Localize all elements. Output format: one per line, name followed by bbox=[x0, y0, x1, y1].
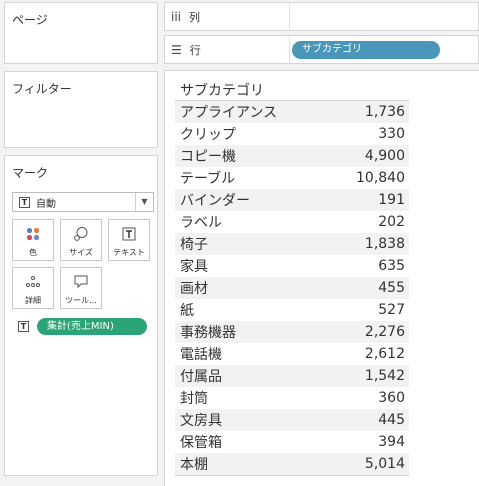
row-value: 360 bbox=[378, 390, 405, 406]
row-value: 1,736 bbox=[364, 104, 405, 120]
row-category: 保管箱 bbox=[180, 435, 222, 451]
table-row[interactable]: 椅子 1,838 bbox=[175, 233, 409, 255]
mark-type-dropdown[interactable]: T 自動 ▼ bbox=[12, 192, 154, 212]
row-category: アプライアンス bbox=[180, 105, 278, 121]
view-area: サブカテゴリ アプライアンス 1,736 クリップ 330 コピー機 4,900 テー… bbox=[164, 70, 479, 486]
marks-card: マーク T 自動 ▼ 色 サイズ テキスト 詳細 ツール... T 集計(売上M… bbox=[4, 155, 158, 476]
detail-icon bbox=[13, 274, 53, 290]
row-value: 10,840 bbox=[356, 170, 405, 186]
row-category: テーブル bbox=[180, 171, 236, 187]
rows-label: 行 bbox=[189, 43, 201, 57]
table-row[interactable]: 本棚 5,014 bbox=[175, 453, 409, 475]
table-row[interactable]: 文房具 445 bbox=[175, 409, 409, 431]
data-table: サブカテゴリ アプライアンス 1,736 クリップ 330 コピー機 4,900 テー… bbox=[175, 81, 409, 476]
columns-shelf-label: iii 列 bbox=[165, 3, 290, 30]
row-category: コピー機 bbox=[180, 149, 236, 165]
row-category: 付属品 bbox=[180, 369, 222, 385]
chevron-down-icon[interactable]: ▼ bbox=[135, 193, 153, 211]
row-category: 封筒 bbox=[180, 391, 208, 407]
rows-shelf-label: ☰ 行 bbox=[165, 36, 290, 63]
detail-button-label: 詳細 bbox=[25, 296, 41, 305]
table-row[interactable]: コピー機 4,900 bbox=[175, 145, 409, 167]
tooltip-button[interactable]: ツール... bbox=[60, 267, 102, 309]
marks-card-title: マーク bbox=[12, 166, 49, 180]
row-value: 4,900 bbox=[364, 148, 405, 164]
table-row[interactable]: 紙 527 bbox=[175, 299, 409, 321]
mark-type-label: 自動 bbox=[36, 198, 56, 210]
measure-pill[interactable]: 集計(売上MIN) bbox=[37, 318, 147, 335]
text-button[interactable]: テキスト bbox=[108, 219, 150, 261]
table-row[interactable]: テーブル 10,840 bbox=[175, 167, 409, 189]
table-row[interactable]: 保管箱 394 bbox=[175, 431, 409, 453]
rows-shelf[interactable]: ☰ 行 サブカテゴリ bbox=[164, 35, 479, 64]
table-bottom-rule bbox=[175, 475, 409, 476]
detail-button[interactable]: 詳細 bbox=[12, 267, 54, 309]
table-row[interactable]: 事務機器 2,276 bbox=[175, 321, 409, 343]
table-row[interactable]: 画材 455 bbox=[175, 277, 409, 299]
row-value: 330 bbox=[378, 126, 405, 142]
row-category: バインダー bbox=[180, 193, 250, 209]
row-category: クリップ bbox=[180, 127, 236, 143]
row-category: 電話機 bbox=[180, 347, 222, 363]
color-icon bbox=[13, 226, 53, 242]
tableau-workspace: ページ フィルター マーク T 自動 ▼ 色 サイズ テキスト 詳細 ツール..… bbox=[0, 0, 479, 486]
row-category: 事務機器 bbox=[180, 325, 236, 341]
row-value: 1,542 bbox=[364, 368, 405, 384]
table-row[interactable]: アプライアンス 1,736 bbox=[175, 101, 409, 123]
row-value: 191 bbox=[378, 192, 405, 208]
row-category: 家具 bbox=[180, 259, 208, 275]
row-value: 635 bbox=[378, 258, 405, 274]
row-category: 本棚 bbox=[180, 457, 208, 473]
table-row[interactable]: 封筒 360 bbox=[175, 387, 409, 409]
table-row[interactable]: ラベル 202 bbox=[175, 211, 409, 233]
table-row[interactable]: 家具 635 bbox=[175, 255, 409, 277]
table-row[interactable]: バインダー 191 bbox=[175, 189, 409, 211]
tooltip-button-label: ツール... bbox=[65, 296, 97, 305]
text-button-label: テキスト bbox=[113, 248, 145, 257]
table-row[interactable]: 電話機 2,612 bbox=[175, 343, 409, 365]
columns-label: 列 bbox=[189, 10, 201, 24]
pages-card[interactable]: ページ bbox=[4, 2, 158, 64]
row-value: 1,838 bbox=[364, 236, 405, 252]
row-category: 画材 bbox=[180, 281, 208, 297]
row-value: 527 bbox=[378, 302, 405, 318]
size-button-label: サイズ bbox=[69, 248, 93, 257]
text-field-row: T 集計(売上MIN) bbox=[18, 318, 147, 335]
row-value: 2,612 bbox=[364, 346, 405, 362]
size-icon bbox=[61, 226, 101, 242]
columns-shelf[interactable]: iii 列 bbox=[164, 2, 479, 31]
row-value: 445 bbox=[378, 412, 405, 428]
row-value: 394 bbox=[378, 434, 405, 450]
text-mark-icon: T bbox=[18, 321, 29, 332]
dimension-pill[interactable]: サブカテゴリ bbox=[292, 41, 440, 59]
row-category: 文房具 bbox=[180, 413, 222, 429]
table-header[interactable]: サブカテゴリ bbox=[175, 81, 409, 101]
row-value: 5,014 bbox=[364, 456, 405, 472]
row-value: 455 bbox=[378, 280, 405, 296]
table-row[interactable]: 付属品 1,542 bbox=[175, 365, 409, 387]
tooltip-icon bbox=[61, 274, 101, 290]
row-category: ラベル bbox=[180, 215, 222, 231]
row-value: 2,276 bbox=[364, 324, 405, 340]
text-icon bbox=[109, 226, 149, 242]
table-row[interactable]: クリップ 330 bbox=[175, 123, 409, 145]
table-body: アプライアンス 1,736 クリップ 330 コピー機 4,900 テーブル 10,84… bbox=[175, 101, 409, 475]
color-button[interactable]: 色 bbox=[12, 219, 54, 261]
row-category: 椅子 bbox=[180, 237, 208, 253]
columns-icon: iii bbox=[171, 9, 182, 24]
rows-icon: ☰ bbox=[171, 42, 182, 57]
filters-card[interactable]: フィルター bbox=[4, 71, 158, 148]
row-value: 202 bbox=[378, 214, 405, 230]
pages-card-title: ページ bbox=[12, 13, 48, 27]
size-button[interactable]: サイズ bbox=[60, 219, 102, 261]
text-mark-icon: T bbox=[19, 196, 30, 208]
filters-card-title: フィルター bbox=[12, 82, 72, 96]
row-category: 紙 bbox=[180, 303, 194, 319]
color-button-label: 色 bbox=[29, 248, 37, 257]
